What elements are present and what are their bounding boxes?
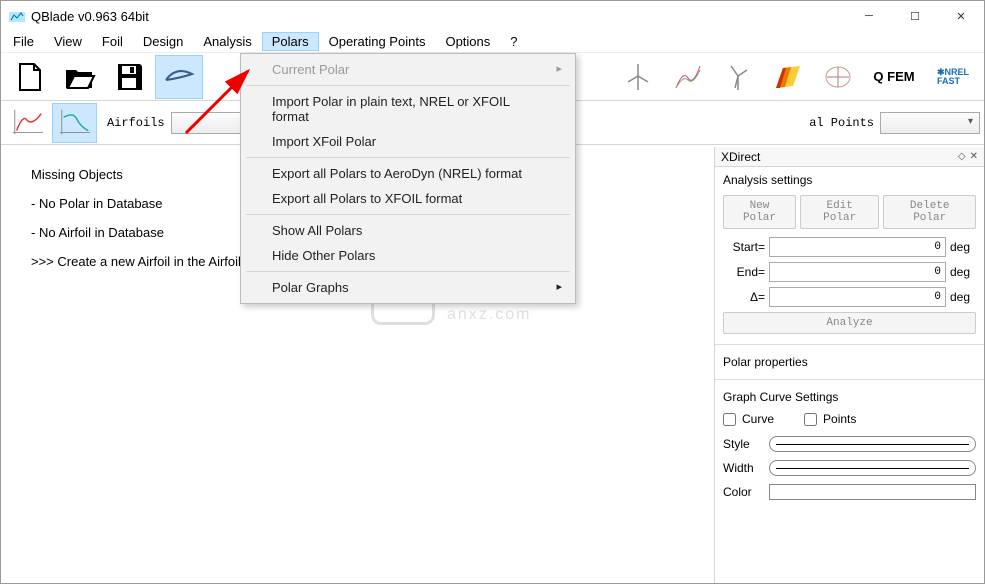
width-label: Width (723, 461, 761, 475)
minimize-button[interactable]: ─ (846, 1, 892, 31)
menu-polars[interactable]: Polars (262, 32, 319, 51)
open-file-button[interactable] (55, 55, 103, 99)
menu-separator (246, 214, 570, 215)
style-label: Style (723, 437, 761, 451)
close-button[interactable]: ✕ (938, 1, 984, 31)
titlebar: QBlade v0.963 64bit ─ ☐ ✕ (1, 1, 984, 31)
dock-close-icon[interactable]: ✕ (970, 151, 978, 162)
menu-operating-points[interactable]: Operating Points (319, 32, 436, 51)
analysis-settings-label: Analysis settings (723, 173, 976, 187)
polar-graph-1-button[interactable] (5, 103, 50, 143)
curve-checkbox[interactable]: Curve (723, 412, 774, 426)
delta-unit: deg (950, 290, 976, 304)
menu-file[interactable]: File (3, 32, 44, 51)
rotor-icon[interactable] (814, 55, 862, 99)
delete-polar-button[interactable]: Delete Polar (883, 195, 976, 229)
color-selector[interactable] (769, 484, 976, 500)
menu-view[interactable]: View (44, 32, 92, 51)
airfoils-label: Airfoils (107, 116, 165, 130)
menu-separator (246, 271, 570, 272)
graph-icon[interactable] (664, 55, 712, 99)
edit-polar-button[interactable]: Edit Polar (800, 195, 879, 229)
points-combo[interactable] (880, 112, 980, 134)
start-label: Start= (723, 240, 765, 254)
start-unit: deg (950, 240, 976, 254)
width-selector[interactable] (769, 460, 976, 476)
end-label: End= (723, 265, 765, 279)
delta-label: Δ= (723, 290, 765, 304)
qfem-button[interactable]: Q FEM (864, 55, 924, 99)
menu-import-polar-text[interactable]: Import Polar in plain text, NREL or XFOI… (244, 89, 572, 129)
window-title: QBlade v0.963 64bit (31, 9, 149, 24)
turbine-icon-1[interactable] (614, 55, 662, 99)
graph-curve-settings-label: Graph Curve Settings (723, 390, 976, 404)
airfoil-mode-button[interactable] (155, 55, 203, 99)
end-unit: deg (950, 265, 976, 279)
menu-polar-graphs[interactable]: Polar Graphs (244, 275, 572, 300)
save-button[interactable] (105, 55, 153, 99)
menu-help[interactable]: ? (500, 32, 527, 51)
color-label: Color (723, 485, 761, 499)
heatmap-icon[interactable] (764, 55, 812, 99)
menu-export-xfoil[interactable]: Export all Polars to XFOIL format (244, 186, 572, 211)
menu-design[interactable]: Design (133, 32, 193, 51)
analyze-button[interactable]: Analyze (723, 312, 976, 334)
menu-foil[interactable]: Foil (92, 32, 133, 51)
polars-dropdown: Current Polar Import Polar in plain text… (240, 53, 576, 304)
start-input[interactable] (769, 237, 946, 257)
menubar: File View Foil Design Analysis Polars Op… (1, 31, 984, 53)
polar-properties-label: Polar properties (723, 355, 976, 369)
menu-import-xfoil-polar[interactable]: Import XFoil Polar (244, 129, 572, 154)
dock-float-icon[interactable]: ◇ (958, 151, 966, 162)
delta-input[interactable] (769, 287, 946, 307)
menu-show-all-polars[interactable]: Show All Polars (244, 218, 572, 243)
menu-analysis[interactable]: Analysis (193, 32, 261, 51)
menu-export-aerodyn[interactable]: Export all Polars to AeroDyn (NREL) form… (244, 161, 572, 186)
menu-hide-other-polars[interactable]: Hide Other Polars (244, 243, 572, 268)
new-file-button[interactable] (5, 55, 53, 99)
turbine-icon-2[interactable] (714, 55, 762, 99)
menu-options[interactable]: Options (435, 32, 500, 51)
dock-title-text: XDirect (721, 150, 760, 164)
maximize-button[interactable]: ☐ (892, 1, 938, 31)
xdirect-panel: XDirect ◇ ✕ Analysis settings New Polar … (714, 147, 984, 583)
menu-separator (246, 157, 570, 158)
polar-graph-2-button[interactable] (52, 103, 97, 143)
points-label-partial: al Points (809, 116, 874, 130)
menu-current-polar: Current Polar (244, 57, 572, 82)
app-icon (9, 8, 25, 24)
points-checkbox[interactable]: Points (804, 412, 856, 426)
end-input[interactable] (769, 262, 946, 282)
nrel-fast-button[interactable]: ✱NRELFAST (926, 55, 980, 99)
new-polar-button[interactable]: New Polar (723, 195, 796, 229)
style-selector[interactable] (769, 436, 976, 452)
menu-separator (246, 85, 570, 86)
